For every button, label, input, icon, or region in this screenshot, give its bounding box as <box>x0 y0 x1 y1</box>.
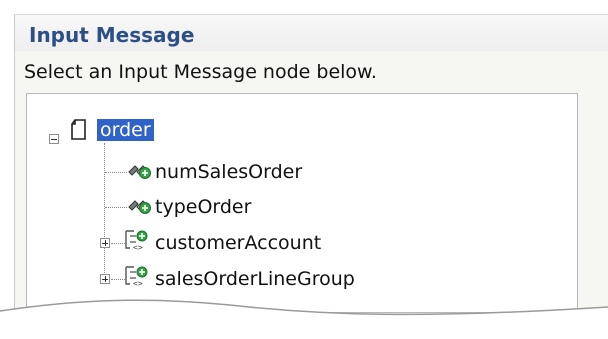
expand-toggle[interactable] <box>100 238 110 248</box>
instruction-text: Select an Input Message node below. <box>24 61 377 83</box>
panel-header: Input Message <box>15 15 608 51</box>
tree-node-order[interactable]: order <box>97 116 154 144</box>
torn-edge-decoration <box>0 299 608 339</box>
node-label: order <box>97 119 154 141</box>
expand-toggle[interactable] <box>100 274 110 284</box>
tree-guide-line <box>105 172 127 173</box>
tree-node-typeorder[interactable]: typeOrder <box>155 193 251 221</box>
svg-text:<>: <> <box>133 243 143 252</box>
collapse-toggle[interactable] <box>49 134 59 144</box>
element-field-icon <box>126 161 152 187</box>
tree-guide-line <box>111 279 125 280</box>
document-icon <box>70 119 88 145</box>
tree-node-customeraccount[interactable]: customerAccount <box>155 229 321 257</box>
node-label: customerAccount <box>155 232 322 254</box>
input-message-tree[interactable]: order numSalesOrder typeOrder <> custome… <box>26 93 578 313</box>
complex-type-icon: <> <box>124 264 150 292</box>
node-label: salesOrderLineGroup <box>155 268 355 290</box>
panel-title: Input Message <box>29 23 195 47</box>
tree-node-numsalesorder[interactable]: numSalesOrder <box>155 158 302 186</box>
svg-text:<>: <> <box>133 279 143 288</box>
tree-guide-line <box>104 143 105 281</box>
element-field-icon <box>126 196 152 222</box>
tree-guide-line <box>111 243 125 244</box>
node-label: numSalesOrder <box>155 161 303 183</box>
complex-type-icon: <> <box>124 228 150 256</box>
tree-guide-line <box>105 207 127 208</box>
node-label: typeOrder <box>155 196 252 218</box>
